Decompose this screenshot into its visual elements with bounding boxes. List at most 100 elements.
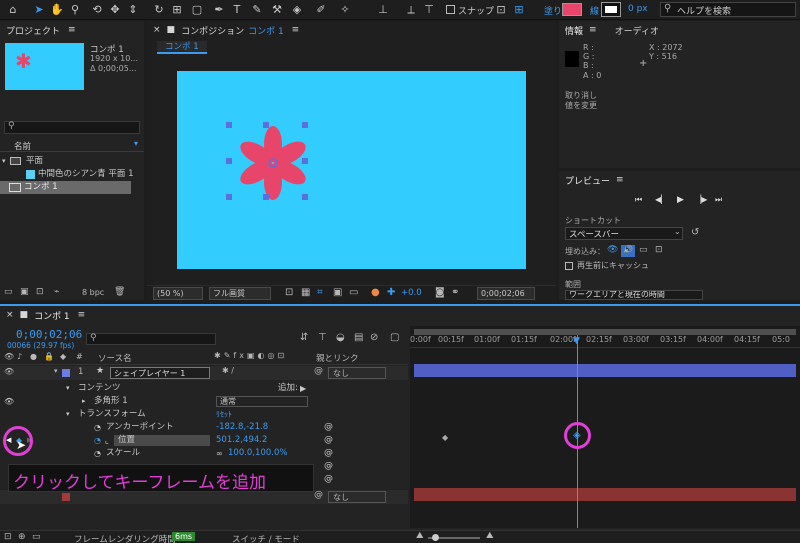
- project-search-field[interactable]: ⚲: [4, 121, 140, 134]
- comp-flowchart-icon[interactable]: ⇵: [300, 332, 308, 343]
- timeline-graph-area[interactable]: 0:00f 00:15f 01:00f 01:15f 02:00f 02:15f…: [410, 326, 800, 528]
- align-left-icon[interactable]: ⊥: [376, 3, 390, 17]
- layer-label-color[interactable]: [62, 493, 70, 501]
- roto-brush-tool-icon[interactable]: ✐: [314, 3, 328, 17]
- next-frame-icon[interactable]: ▕▶: [695, 195, 707, 204]
- region-of-interest-icon[interactable]: ⊡: [285, 287, 293, 298]
- panel-menu-icon[interactable]: ≡: [78, 310, 86, 320]
- visibility-eye-icon[interactable]: 👁: [4, 367, 14, 376]
- project-list-item[interactable]: ▾ 平面: [0, 155, 144, 168]
- timeline-timecode[interactable]: 0;00;02;06: [16, 328, 82, 341]
- resolution-dropdown[interactable]: フル画質: [209, 287, 271, 300]
- transform-handle[interactable]: [226, 122, 232, 128]
- trash-icon[interactable]: 🗑: [114, 287, 125, 297]
- exposure-value[interactable]: +0.0: [401, 288, 422, 298]
- project-tab[interactable]: プロジェクト: [6, 24, 60, 37]
- snap-mode-icon[interactable]: ⊞: [512, 3, 526, 17]
- transform-row[interactable]: ▾ トランスフォーム ﾘｾｯﾄ: [0, 408, 408, 421]
- preview-tab[interactable]: プレビュー: [565, 174, 610, 187]
- reset-icon[interactable]: ↺: [691, 227, 699, 238]
- project-col-name[interactable]: 名前: [14, 140, 31, 152]
- polygon-row[interactable]: 👁 ▸ 多角形 1 通常: [0, 395, 408, 408]
- layer-1-duration-bar[interactable]: [414, 364, 796, 377]
- lock-icon[interactable]: ■: [20, 310, 29, 320]
- close-icon[interactable]: ×: [153, 25, 161, 35]
- text-tool-icon[interactable]: T: [230, 3, 244, 17]
- align-center-icon[interactable]: ⟂: [404, 3, 418, 17]
- layer-2-duration-bar[interactable]: [414, 488, 796, 501]
- panel-menu-icon[interactable]: ≡: [292, 25, 300, 35]
- expand-layer-icon[interactable]: ▾: [54, 367, 58, 375]
- chevron-right-icon[interactable]: ▸: [82, 395, 86, 408]
- views-layout-icon[interactable]: ▭: [349, 287, 358, 298]
- last-frame-icon[interactable]: ⏭: [715, 195, 722, 205]
- parent-dropdown[interactable]: なし: [328, 367, 386, 379]
- transform-handle[interactable]: [302, 158, 308, 164]
- transform-handle[interactable]: [226, 158, 232, 164]
- mask-visibility-icon[interactable]: ⌗: [317, 287, 323, 298]
- add-content-icon[interactable]: ▶: [300, 382, 306, 395]
- adjust-icon[interactable]: ⌁: [54, 287, 59, 297]
- cache-checkbox[interactable]: [565, 262, 573, 270]
- expression-icon[interactable]: @: [324, 421, 333, 434]
- parent-pickwhip-icon[interactable]: @: [314, 490, 323, 500]
- video-visibility-icon[interactable]: 👁: [4, 352, 14, 361]
- shy-layers-icon[interactable]: ◒: [336, 332, 345, 343]
- solo-icon[interactable]: ●: [30, 352, 37, 361]
- project-list-item[interactable]: 中間色のシアン青 平面 1: [0, 168, 144, 181]
- project-list-item[interactable]: コンポ 1: [0, 181, 131, 194]
- pen-tool-icon[interactable]: ✒: [212, 3, 226, 17]
- position-row[interactable]: ◀ ◆ ▶ ◔ ⌞ 位置 501.2,494.2 @: [0, 434, 408, 447]
- layer-switches-toggle-icon[interactable]: ⊡: [4, 532, 12, 542]
- time-ruler[interactable]: 0:00f 00:15f 01:00f 01:15f 02:00f 02:15f…: [410, 335, 800, 348]
- switch-mode-toggle[interactable]: スイッチ / モード: [232, 533, 300, 543]
- zoom-dropdown[interactable]: (50 %): [153, 287, 203, 300]
- chevron-down-icon[interactable]: ▾: [66, 382, 70, 395]
- constrain-link-icon[interactable]: ∞: [216, 447, 223, 460]
- transform-handle[interactable]: [302, 122, 308, 128]
- slider-thumb[interactable]: [432, 534, 439, 541]
- layer-row[interactable]: 👁 ▾ 1 ★ シェイプレイヤー 1 ✱ / @ なし: [0, 366, 408, 380]
- zoom-out-icon[interactable]: ⛰: [416, 531, 424, 541]
- audio-visibility-icon[interactable]: ♪: [17, 352, 22, 361]
- new-folder-icon[interactable]: ▣: [20, 287, 29, 297]
- layer-switches[interactable]: ✱ /: [222, 366, 234, 375]
- zoom-in-icon[interactable]: ⛰: [486, 531, 494, 541]
- grid-guides-icon[interactable]: ▣: [333, 287, 342, 298]
- zoom-tool-icon[interactable]: ⚲: [68, 3, 82, 17]
- source-name-column[interactable]: ソース名: [98, 352, 132, 364]
- timeline-search-field[interactable]: ⚲: [86, 333, 216, 345]
- snap-checkbox[interactable]: [446, 5, 455, 14]
- puppet-pin-tool-icon[interactable]: ✧: [338, 3, 352, 17]
- lock-column-icon[interactable]: 🔒: [44, 352, 54, 361]
- motion-blur-icon[interactable]: ⊘: [370, 332, 378, 343]
- composition-tab-prefix[interactable]: コンポジション: [181, 24, 244, 37]
- label-column-icon[interactable]: ◆: [60, 352, 66, 361]
- switches-column-icons[interactable]: ✱✎fx▣◐◎⊡: [214, 351, 287, 360]
- interpret-footage-icon[interactable]: ▭: [4, 287, 13, 297]
- transform-handle[interactable]: [263, 194, 269, 200]
- stroke-width-value[interactable]: 0 px: [628, 4, 648, 14]
- help-search-field[interactable]: ⚲ ヘルプを検索: [660, 2, 796, 17]
- expression-icon[interactable]: @: [324, 447, 333, 460]
- dolly-camera-icon[interactable]: ⇕: [126, 3, 140, 17]
- transform-handle[interactable]: [226, 194, 232, 200]
- layer-label-color[interactable]: [62, 369, 70, 377]
- rotate-tool-icon[interactable]: ↻: [152, 3, 166, 17]
- contents-row[interactable]: ▾ コンテンツ 追加: ▶: [0, 382, 408, 395]
- selection-tool-icon[interactable]: ➤: [32, 3, 46, 17]
- previous-frame-icon[interactable]: ◀▏: [655, 195, 667, 204]
- panel-menu-icon[interactable]: ≡: [68, 25, 76, 35]
- pan-camera-icon[interactable]: ✥: [108, 3, 122, 17]
- transparency-grid-icon[interactable]: ▦: [301, 287, 310, 298]
- frame-blending-icon[interactable]: ▤: [354, 332, 363, 343]
- expression-icon[interactable]: @: [324, 460, 333, 473]
- eraser-tool-icon[interactable]: ◈: [290, 3, 304, 17]
- position-value[interactable]: 501.2,494.2: [216, 434, 267, 447]
- transform-handle[interactable]: [302, 194, 308, 200]
- transform-handle[interactable]: [263, 122, 269, 128]
- parent-dropdown[interactable]: なし: [328, 491, 386, 503]
- anchor-point-row[interactable]: ◔ アンカーポイント -182.8,-21.8 @: [0, 421, 408, 434]
- new-composition-icon[interactable]: ⊡: [36, 287, 44, 297]
- composition-canvas[interactable]: [177, 71, 526, 269]
